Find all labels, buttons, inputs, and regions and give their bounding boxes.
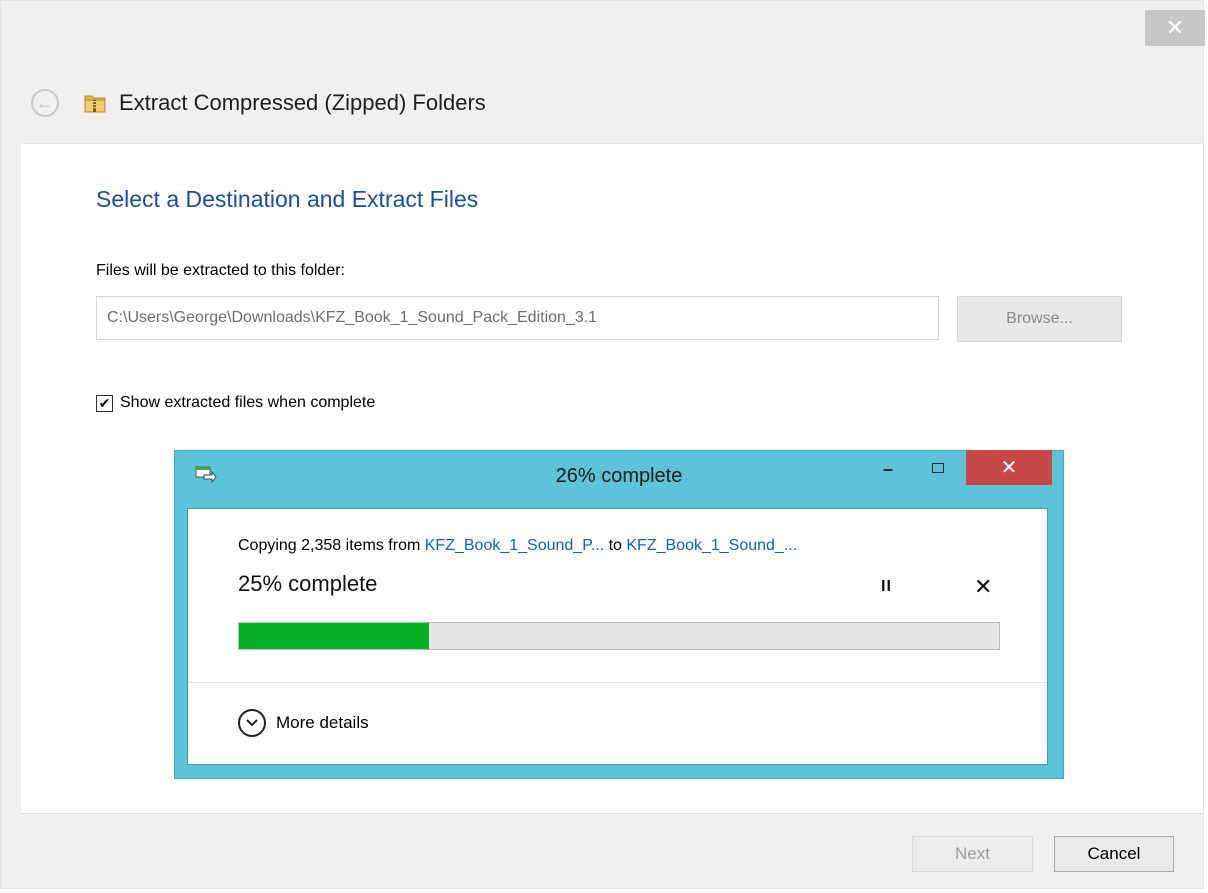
show-files-option[interactable]: ✔ Show extracted files when complete: [96, 394, 375, 412]
cancel-button[interactable]: Cancel: [1054, 836, 1174, 872]
destination-path-input[interactable]: [96, 296, 939, 340]
progress-bar: [238, 622, 1000, 650]
more-details-label: More details: [276, 713, 369, 732]
wizard-content: Select a Destination and Extract Files F…: [21, 143, 1203, 814]
copy-middle-text: to: [604, 537, 627, 554]
extract-wizard-window: ✕ ← Extract Compressed (Zipped) Folders …: [0, 0, 1205, 889]
chevron-down-icon: [238, 709, 266, 737]
progress-dialog-title: 26% complete: [555, 465, 683, 487]
progress-bar-fill: [239, 623, 429, 649]
progress-dialog-close-button[interactable]: ✕: [966, 450, 1052, 485]
next-button[interactable]: Next: [912, 836, 1033, 872]
source-folder-link[interactable]: KFZ_Book_1_Sound_P...: [425, 537, 604, 554]
minimize-button[interactable]: –: [879, 459, 897, 479]
maximize-button[interactable]: [932, 463, 944, 473]
show-files-checkbox[interactable]: ✔: [96, 394, 113, 412]
copy-status-line: Copying 2,358 items from KFZ_Book_1_Soun…: [238, 537, 797, 555]
back-arrow-icon: ←: [36, 92, 54, 113]
browse-button[interactable]: Browse...: [957, 296, 1122, 342]
copy-progress-dialog: 26% complete – ✕ Copying 2,358 items fro…: [174, 450, 1064, 779]
destination-label: Files will be extracted to this folder:: [96, 262, 345, 279]
more-details-button[interactable]: More details: [238, 709, 369, 737]
window-close-button[interactable]: ✕: [1145, 10, 1205, 46]
wizard-title: Extract Compressed (Zipped) Folders: [119, 90, 486, 115]
copy-prefix-text: Copying 2,358 items from: [238, 537, 425, 554]
cancel-copy-icon[interactable]: ✕: [974, 574, 992, 600]
back-button[interactable]: ←: [31, 89, 59, 117]
destination-folder-link[interactable]: KFZ_Book_1_Sound_...: [626, 537, 797, 554]
progress-dialog-body: Copying 2,358 items from KFZ_Book_1_Soun…: [187, 508, 1048, 765]
wizard-header: ← Extract Compressed (Zipped) Folders: [31, 81, 486, 125]
pause-icon[interactable]: II: [881, 578, 892, 596]
divider: [188, 682, 1047, 683]
show-files-label: Show extracted files when complete: [120, 394, 376, 411]
progress-percent-text: 25% complete: [238, 571, 378, 596]
page-heading: Select a Destination and Extract Files: [96, 186, 479, 212]
zip-folder-icon: [84, 95, 106, 113]
